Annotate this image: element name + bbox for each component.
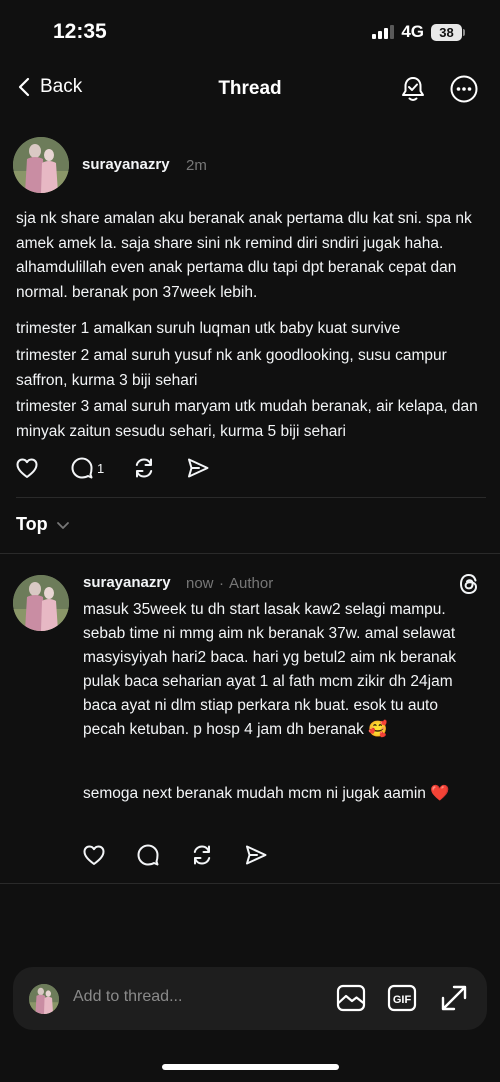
post-paragraph: trimester 2 amal suruh yusuf nk ank good… [16,347,447,389]
share-icon [188,458,209,478]
notify-button[interactable] [398,74,428,109]
heart-icon [83,845,105,865]
repost-button[interactable] [132,456,186,480]
sort-dropdown[interactable]: Top [16,514,70,535]
like-button[interactable] [82,843,136,867]
author-badge: Author [229,575,274,592]
post-paragraph: sja nk share amalan aku beranak anak per… [16,210,472,301]
reply-count: 1 [97,460,105,476]
reply-composer[interactable]: Add to thread... GIF [13,967,487,1030]
expand-button[interactable] [438,982,470,1019]
heart-icon [16,458,38,478]
nav-bar: Back Thread [0,66,500,112]
post-username[interactable]: surayanazry [82,156,170,173]
comment-icon [71,457,93,479]
reply-paragraph: semoga next beranak mudah mcm ni jugak a… [83,785,450,802]
home-indicator [162,1064,339,1070]
avatar[interactable] [13,575,69,631]
repost-button[interactable] [190,843,244,867]
post-paragraph: trimester 3 amal suruh maryam utk mudah … [16,398,478,440]
back-label: Back [40,76,83,97]
share-icon [246,845,267,865]
threads-logo-icon [460,574,477,594]
chevron-down-icon [56,521,69,529]
divider [0,553,500,554]
meta-separator: · [219,575,224,592]
status-time: 12:35 [53,20,107,43]
post-paragraph: trimester 1 amalkan suruh luqman utk bab… [16,320,401,337]
comment-button[interactable] [136,843,190,867]
comment-button[interactable]: 1 [70,456,132,480]
network-label: 4G [401,22,424,41]
thread-input[interactable]: Add to thread... [73,988,182,1006]
comment-icon [137,844,159,866]
more-icon [450,75,478,103]
signal-icon [372,25,395,39]
image-icon [336,984,366,1012]
battery-icon: 38 [431,23,465,41]
reply-username[interactable]: surayanazry [83,574,171,591]
post-time: 2m [186,157,207,174]
share-button[interactable] [186,456,210,480]
repost-icon [135,458,153,478]
divider [0,883,500,884]
reply-paragraph: masuk 35week tu dh start lasak kaw2 sela… [83,601,457,738]
more-button[interactable] [449,74,479,109]
gif-label: GIF [393,994,412,1006]
status-indicators: 4G 38 [372,22,465,42]
post-actions: 1 [15,456,210,480]
threads-link-button[interactable] [457,572,481,601]
chevron-left-icon [18,77,30,97]
sort-label: Top [16,514,48,534]
expand-icon [441,985,467,1011]
bell-check-icon [402,77,424,101]
back-button[interactable]: Back [18,76,82,98]
reply-time: now [186,575,214,592]
reply-actions [82,843,268,867]
composer-avatar [29,984,59,1014]
attach-image-button[interactable] [335,982,367,1019]
status-bar: 12:35 4G 38 [0,0,500,66]
share-button[interactable] [244,843,268,867]
divider [16,497,486,498]
like-button[interactable] [15,456,70,480]
repost-icon [193,845,211,865]
gif-icon: GIF [387,984,417,1012]
gif-button[interactable]: GIF [386,982,418,1019]
avatar[interactable] [13,137,69,193]
